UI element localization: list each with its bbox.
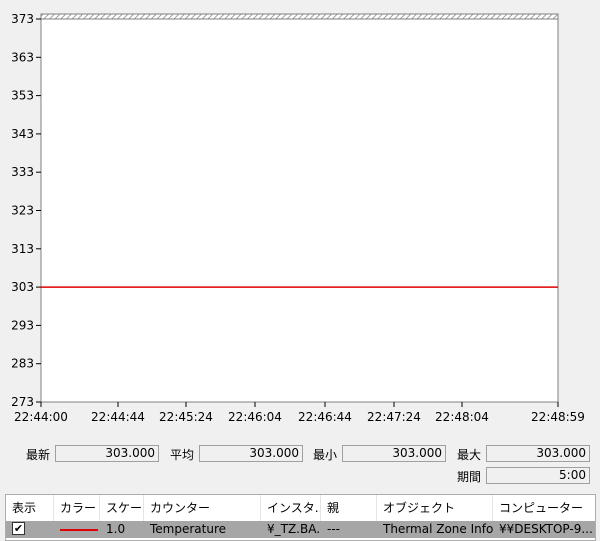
maximum-label: 最大 <box>457 448 482 462</box>
table-row[interactable]: ✔ 1.0 Temperature ¥_TZ.BA... --- Thermal… <box>6 521 595 538</box>
latest-value: 303.000 <box>55 445 159 462</box>
x-tick-label: 22:44:00 <box>14 410 68 424</box>
y-tick-label: 343 <box>11 127 34 141</box>
counter-cell: Temperature <box>150 522 227 536</box>
minimum-value: 303.000 <box>342 445 446 462</box>
y-tick-label: 273 <box>11 395 34 409</box>
column-header-counter[interactable]: カウンター <box>144 495 261 521</box>
y-tick-label: 313 <box>11 242 34 256</box>
color-line-swatch <box>60 529 98 531</box>
y-tick-label: 293 <box>11 318 34 332</box>
column-header-instance[interactable]: インスタ... <box>261 495 321 521</box>
column-header-object[interactable]: オブジェクト <box>377 495 493 521</box>
y-tick-label: 323 <box>11 204 34 218</box>
x-tick-label: 22:45:24 <box>159 410 213 424</box>
duration-label: 期間 <box>457 470 482 484</box>
instance-cell: ¥_TZ.BA... <box>267 522 321 536</box>
y-tick-label: 353 <box>11 89 34 103</box>
x-tick-label: 22:48:04 <box>435 410 489 424</box>
object-cell: Thermal Zone Info... <box>383 522 493 536</box>
x-tick-label: 22:48:59 <box>531 410 585 424</box>
performance-chart: 373 363 353 343 333 323 313 303 293 283 273 22:44:… <box>11 12 585 424</box>
y-tick-label: 363 <box>11 50 34 64</box>
y-tick-label: 373 <box>11 12 34 26</box>
scale-cell: 1.0 <box>106 522 126 536</box>
average-value: 303.000 <box>199 445 303 462</box>
parent-cell: --- <box>327 522 340 536</box>
counter-legend-table: 表示 カラー スケー... カウンター インスタ... 親 オブジェクト コンピ… <box>5 494 596 541</box>
column-header-scale[interactable]: スケー... <box>100 495 144 521</box>
y-tick-label: 303 <box>11 280 34 294</box>
maximum-value: 303.000 <box>486 445 590 462</box>
x-tick-label: 22:44:44 <box>91 410 145 424</box>
computer-cell: ¥¥DESKTOP-9... <box>499 522 593 536</box>
x-tick-label: 22:46:04 <box>228 410 282 424</box>
x-tick-label: 22:46:44 <box>298 410 352 424</box>
chart-top-band <box>40 13 559 20</box>
average-label: 平均 <box>170 448 195 462</box>
y-tick-label: 333 <box>11 165 34 179</box>
column-header-color[interactable]: カラー <box>54 495 100 521</box>
show-checkbox[interactable]: ✔ <box>12 522 25 535</box>
column-header-computer[interactable]: コンピューター <box>493 495 595 521</box>
plot-area <box>40 18 559 403</box>
latest-label: 最新 <box>26 448 51 462</box>
minimum-label: 最小 <box>313 448 338 462</box>
y-tick-label: 283 <box>11 357 34 371</box>
duration-value: 5:00 <box>486 467 590 484</box>
column-header-parent[interactable]: 親 <box>321 495 377 521</box>
x-tick-label: 22:47:24 <box>367 410 421 424</box>
column-header-show[interactable]: 表示 <box>6 495 54 521</box>
